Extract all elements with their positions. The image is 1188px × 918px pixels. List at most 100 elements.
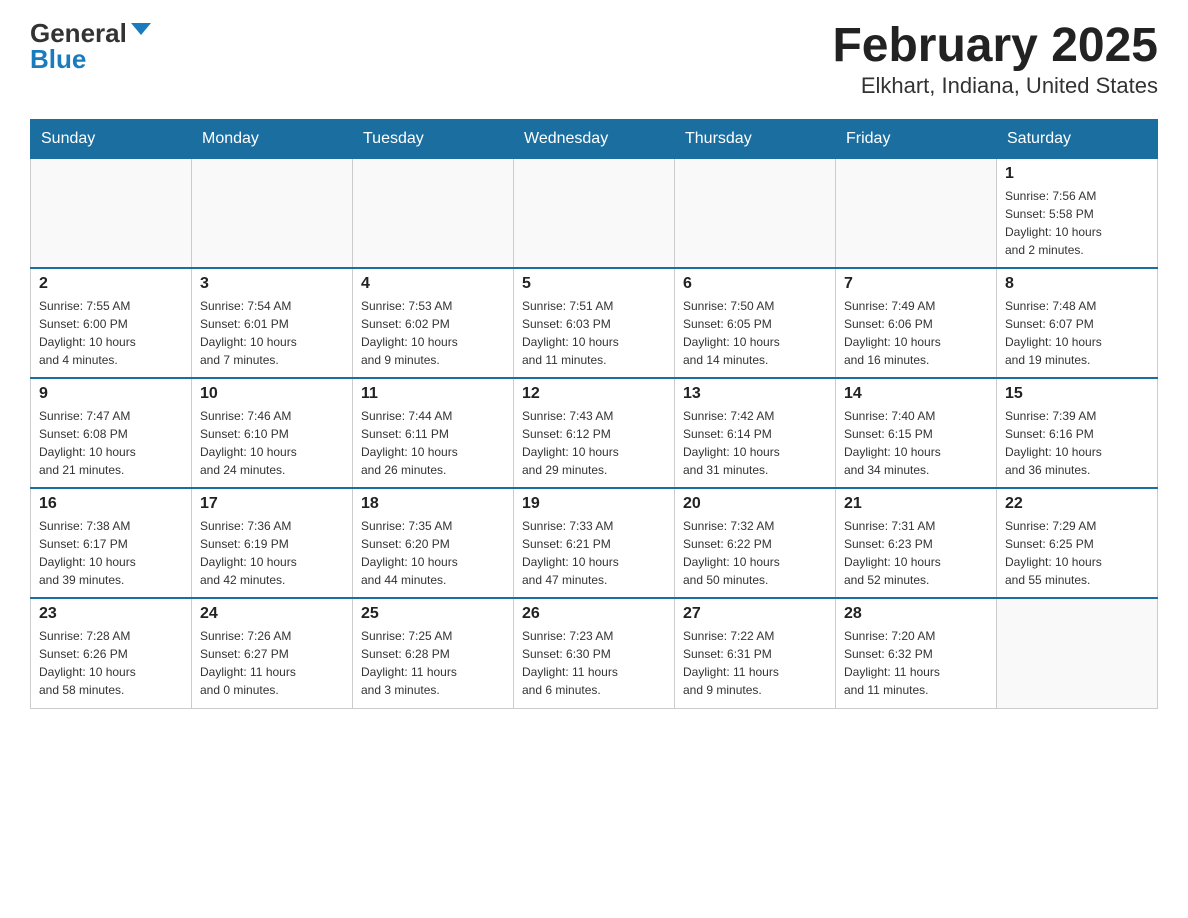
day-info: Sunrise: 7:39 AM Sunset: 6:16 PM Dayligh… (1005, 407, 1149, 479)
day-info: Sunrise: 7:42 AM Sunset: 6:14 PM Dayligh… (683, 407, 827, 479)
calendar-day-header: Friday (836, 119, 997, 158)
logo-arrow-icon (131, 23, 151, 35)
calendar-day-cell: 2 Sunrise: 7:55 AM Sunset: 6:00 PM Daylig… (31, 268, 192, 378)
calendar-day-header: Wednesday (514, 119, 675, 158)
calendar-day-cell (192, 158, 353, 268)
calendar-subtitle: Elkhart, Indiana, United States (832, 73, 1158, 99)
day-info: Sunrise: 7:50 AM Sunset: 6:05 PM Dayligh… (683, 297, 827, 369)
day-info: Sunrise: 7:26 AM Sunset: 6:27 PM Dayligh… (200, 627, 344, 699)
day-number: 19 (522, 495, 666, 513)
day-number: 11 (361, 385, 505, 403)
day-number: 18 (361, 495, 505, 513)
day-info: Sunrise: 7:36 AM Sunset: 6:19 PM Dayligh… (200, 517, 344, 589)
day-info: Sunrise: 7:56 AM Sunset: 5:58 PM Dayligh… (1005, 187, 1149, 259)
day-number: 16 (39, 495, 183, 513)
day-number: 23 (39, 605, 183, 623)
day-info: Sunrise: 7:38 AM Sunset: 6:17 PM Dayligh… (39, 517, 183, 589)
calendar-day-header: Saturday (997, 119, 1158, 158)
calendar-week-row: 1 Sunrise: 7:56 AM Sunset: 5:58 PM Daylig… (31, 158, 1158, 268)
calendar-day-cell: 16 Sunrise: 7:38 AM Sunset: 6:17 PM Dayli… (31, 488, 192, 598)
day-info: Sunrise: 7:33 AM Sunset: 6:21 PM Dayligh… (522, 517, 666, 589)
calendar-day-cell: 3 Sunrise: 7:54 AM Sunset: 6:01 PM Daylig… (192, 268, 353, 378)
calendar-day-cell: 7Sunrise: 7:49 AM Sunset: 6:06 PM Daylig… (836, 268, 997, 378)
day-number: 27 (683, 605, 827, 623)
calendar-week-row: 16 Sunrise: 7:38 AM Sunset: 6:17 PM Dayli… (31, 488, 1158, 598)
calendar-week-row: 9 Sunrise: 7:47 AM Sunset: 6:08 PM Daylig… (31, 378, 1158, 488)
day-info: Sunrise: 7:48 AM Sunset: 6:07 PM Dayligh… (1005, 297, 1149, 369)
day-info: Sunrise: 7:28 AM Sunset: 6:26 PM Dayligh… (39, 627, 183, 699)
day-number: 12 (522, 385, 666, 403)
day-number: 4 (361, 275, 505, 293)
calendar-week-row: 2 Sunrise: 7:55 AM Sunset: 6:00 PM Daylig… (31, 268, 1158, 378)
day-number: 26 (522, 605, 666, 623)
day-number: 25 (361, 605, 505, 623)
calendar-day-cell: 23 Sunrise: 7:28 AM Sunset: 6:26 PM Dayli… (31, 598, 192, 708)
calendar-day-cell: 28 Sunrise: 7:20 AM Sunset: 6:32 PM Dayli… (836, 598, 997, 708)
day-info: Sunrise: 7:40 AM Sunset: 6:15 PM Dayligh… (844, 407, 988, 479)
day-number: 24 (200, 605, 344, 623)
day-info: Sunrise: 7:29 AM Sunset: 6:25 PM Dayligh… (1005, 517, 1149, 589)
day-number: 1 (1005, 165, 1149, 183)
calendar-day-cell: 25 Sunrise: 7:25 AM Sunset: 6:28 PM Dayli… (353, 598, 514, 708)
day-number: 17 (200, 495, 344, 513)
calendar-day-cell: 15 Sunrise: 7:39 AM Sunset: 6:16 PM Dayli… (997, 378, 1158, 488)
day-info: Sunrise: 7:55 AM Sunset: 6:00 PM Dayligh… (39, 297, 183, 369)
day-info: Sunrise: 7:22 AM Sunset: 6:31 PM Dayligh… (683, 627, 827, 699)
logo-general: General (30, 20, 127, 46)
calendar-day-cell: 8 Sunrise: 7:48 AM Sunset: 6:07 PM Daylig… (997, 268, 1158, 378)
calendar-day-header: Thursday (675, 119, 836, 158)
calendar-day-cell: 1 Sunrise: 7:56 AM Sunset: 5:58 PM Daylig… (997, 158, 1158, 268)
calendar-day-cell: 12 Sunrise: 7:43 AM Sunset: 6:12 PM Dayli… (514, 378, 675, 488)
calendar-day-cell: 9 Sunrise: 7:47 AM Sunset: 6:08 PM Daylig… (31, 378, 192, 488)
calendar-day-cell: 14Sunrise: 7:40 AM Sunset: 6:15 PM Dayli… (836, 378, 997, 488)
calendar-day-cell (514, 158, 675, 268)
calendar-day-cell: 18 Sunrise: 7:35 AM Sunset: 6:20 PM Dayli… (353, 488, 514, 598)
day-number: 28 (844, 605, 988, 623)
day-number: 21 (844, 495, 988, 513)
calendar-day-cell: 24 Sunrise: 7:26 AM Sunset: 6:27 PM Dayli… (192, 598, 353, 708)
calendar-day-cell: 4 Sunrise: 7:53 AM Sunset: 6:02 PM Daylig… (353, 268, 514, 378)
calendar-table: SundayMondayTuesdayWednesdayThursdayFrid… (30, 119, 1158, 709)
calendar-day-cell (353, 158, 514, 268)
calendar-day-cell: 10 Sunrise: 7:46 AM Sunset: 6:10 PM Dayli… (192, 378, 353, 488)
day-info: Sunrise: 7:25 AM Sunset: 6:28 PM Dayligh… (361, 627, 505, 699)
calendar-day-cell (675, 158, 836, 268)
day-info: Sunrise: 7:53 AM Sunset: 6:02 PM Dayligh… (361, 297, 505, 369)
calendar-day-cell: 22 Sunrise: 7:29 AM Sunset: 6:25 PM Dayli… (997, 488, 1158, 598)
calendar-day-cell: 5Sunrise: 7:51 AM Sunset: 6:03 PM Daylig… (514, 268, 675, 378)
calendar-day-cell: 13 Sunrise: 7:42 AM Sunset: 6:14 PM Dayli… (675, 378, 836, 488)
day-info: Sunrise: 7:46 AM Sunset: 6:10 PM Dayligh… (200, 407, 344, 479)
page-header: General Blue February 2025 Elkhart, Indi… (30, 20, 1158, 99)
day-info: Sunrise: 7:20 AM Sunset: 6:32 PM Dayligh… (844, 627, 988, 699)
calendar-week-row: 23 Sunrise: 7:28 AM Sunset: 6:26 PM Dayli… (31, 598, 1158, 708)
logo-blue: Blue (30, 46, 86, 72)
title-block: February 2025 Elkhart, Indiana, United S… (832, 20, 1158, 99)
calendar-header-row: SundayMondayTuesdayWednesdayThursdayFrid… (31, 119, 1158, 158)
day-number: 3 (200, 275, 344, 293)
calendar-day-cell: 11 Sunrise: 7:44 AM Sunset: 6:11 PM Dayli… (353, 378, 514, 488)
day-number: 6 (683, 275, 827, 293)
day-info: Sunrise: 7:51 AM Sunset: 6:03 PM Dayligh… (522, 297, 666, 369)
day-number: 8 (1005, 275, 1149, 293)
day-info: Sunrise: 7:35 AM Sunset: 6:20 PM Dayligh… (361, 517, 505, 589)
day-number: 10 (200, 385, 344, 403)
day-number: 9 (39, 385, 183, 403)
calendar-day-cell: 20Sunrise: 7:32 AM Sunset: 6:22 PM Dayli… (675, 488, 836, 598)
day-info: Sunrise: 7:43 AM Sunset: 6:12 PM Dayligh… (522, 407, 666, 479)
day-info: Sunrise: 7:47 AM Sunset: 6:08 PM Dayligh… (39, 407, 183, 479)
day-number: 13 (683, 385, 827, 403)
day-info: Sunrise: 7:49 AM Sunset: 6:06 PM Dayligh… (844, 297, 988, 369)
calendar-day-cell: 21Sunrise: 7:31 AM Sunset: 6:23 PM Dayli… (836, 488, 997, 598)
calendar-day-cell: 27 Sunrise: 7:22 AM Sunset: 6:31 PM Dayli… (675, 598, 836, 708)
day-number: 22 (1005, 495, 1149, 513)
day-number: 2 (39, 275, 183, 293)
day-number: 15 (1005, 385, 1149, 403)
calendar-day-cell (997, 598, 1158, 708)
day-info: Sunrise: 7:54 AM Sunset: 6:01 PM Dayligh… (200, 297, 344, 369)
logo: General Blue (30, 20, 151, 72)
calendar-title: February 2025 (832, 20, 1158, 73)
calendar-day-cell (836, 158, 997, 268)
day-number: 20 (683, 495, 827, 513)
calendar-day-cell: 26Sunrise: 7:23 AM Sunset: 6:30 PM Dayli… (514, 598, 675, 708)
day-info: Sunrise: 7:44 AM Sunset: 6:11 PM Dayligh… (361, 407, 505, 479)
